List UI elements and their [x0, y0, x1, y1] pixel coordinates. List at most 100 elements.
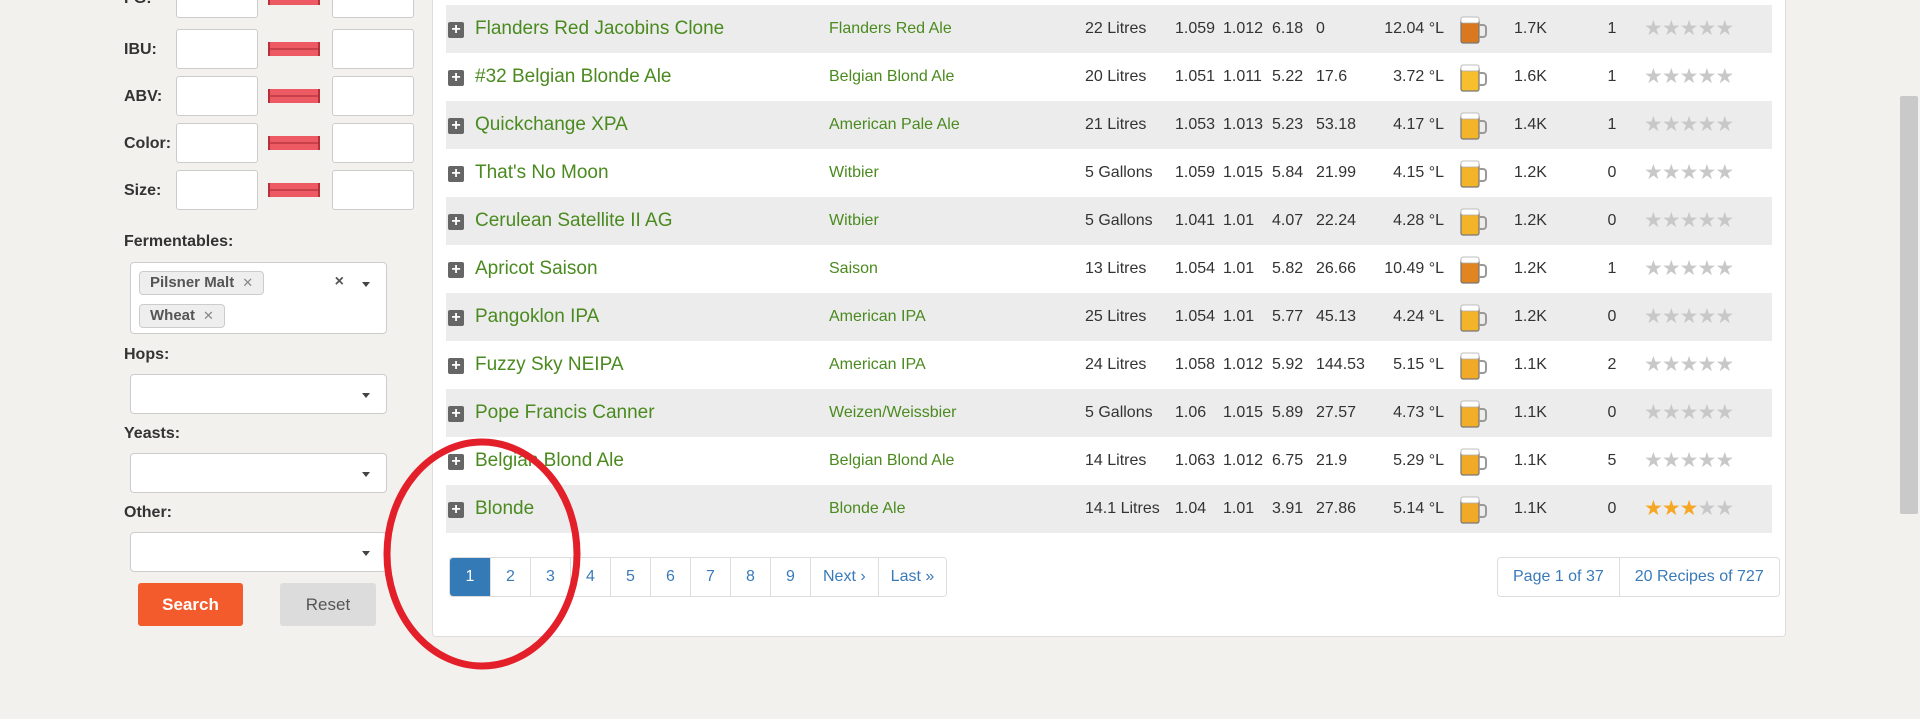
- recipe-name-link[interactable]: Blonde: [475, 485, 534, 533]
- color-value: 3.72 °L: [1393, 68, 1444, 85]
- expand-icon[interactable]: +: [448, 406, 464, 422]
- chevron-down-icon[interactable]: [362, 551, 370, 556]
- fermentable-tag[interactable]: Pilsner Malt ✕: [139, 271, 265, 295]
- ibu-value: 26.66: [1316, 260, 1357, 277]
- size-range-slider[interactable]: [268, 183, 320, 197]
- search-button[interactable]: Search: [138, 583, 243, 626]
- page-link-9[interactable]: 9: [770, 558, 810, 596]
- other-label: Other:: [124, 504, 172, 521]
- range-label: IBU:: [124, 41, 157, 58]
- batch-size: 5 Gallons: [1085, 164, 1153, 181]
- page-link-5[interactable]: 5: [610, 558, 650, 596]
- page-link-1[interactable]: 1: [450, 558, 490, 596]
- chevron-down-icon[interactable]: [362, 472, 370, 477]
- range-label: Size:: [124, 182, 162, 199]
- recipe-style-link[interactable]: American IPA: [829, 341, 926, 389]
- recipe-name-link[interactable]: Belgian Blond Ale: [475, 437, 624, 485]
- abv-value: 5.23: [1272, 116, 1304, 133]
- range-label: Color:: [124, 135, 172, 152]
- abv-min-input[interactable]: [176, 76, 258, 116]
- recipe-name-link[interactable]: Quickchange XPA: [475, 101, 628, 149]
- fg-range-slider[interactable]: [268, 0, 320, 5]
- clear-selection-icon[interactable]: ×: [335, 273, 344, 291]
- hops-select[interactable]: [130, 374, 387, 414]
- ibu-value: 17.6: [1316, 68, 1348, 85]
- abv-max-input[interactable]: [332, 76, 414, 116]
- chevron-down-icon[interactable]: [362, 282, 370, 287]
- size-max-input[interactable]: [332, 170, 414, 210]
- rating-stars: ★★★★★: [1644, 401, 1734, 424]
- recipe-style-link[interactable]: American Pale Ale: [829, 101, 960, 149]
- page-link-6[interactable]: 6: [650, 558, 690, 596]
- final-gravity: 1.012: [1223, 356, 1264, 373]
- reset-button[interactable]: Reset: [280, 583, 376, 626]
- page-link-8[interactable]: 8: [730, 558, 770, 596]
- recipe-name-link[interactable]: #32 Belgian Blonde Ale: [475, 53, 672, 101]
- last-page-link[interactable]: Last »: [877, 558, 947, 596]
- yeasts-select[interactable]: [130, 453, 387, 493]
- abv-value: 5.89: [1272, 404, 1304, 421]
- color-max-input[interactable]: [332, 123, 414, 163]
- recipe-name-link[interactable]: Fuzzy Sky NEIPA: [475, 341, 624, 389]
- recipe-name-link[interactable]: Flanders Red Jacobins Clone: [475, 5, 724, 53]
- chevron-down-icon[interactable]: [362, 393, 370, 398]
- expand-icon[interactable]: +: [448, 310, 464, 326]
- recipe-style-link[interactable]: Weizen/Weissbier: [829, 389, 956, 437]
- ibu-range-slider[interactable]: [268, 42, 320, 56]
- color-range-slider[interactable]: [268, 136, 320, 150]
- other-select[interactable]: [130, 532, 387, 572]
- page-link-7[interactable]: 7: [690, 558, 730, 596]
- page-info: Page 1 of 37: [1498, 558, 1619, 596]
- expand-icon[interactable]: +: [448, 358, 464, 374]
- brewed-count: 1: [1607, 68, 1617, 85]
- remove-tag-icon[interactable]: ✕: [242, 275, 253, 290]
- fg-max-input[interactable]: [332, 0, 414, 18]
- expand-icon[interactable]: +: [448, 262, 464, 278]
- recipe-name-link[interactable]: Pope Francis Canner: [475, 389, 655, 437]
- page-link-2[interactable]: 2: [490, 558, 530, 596]
- expand-icon[interactable]: +: [448, 214, 464, 230]
- final-gravity: 1.013: [1223, 116, 1264, 133]
- recipe-style-link[interactable]: Belgian Blond Ale: [829, 437, 954, 485]
- recipe-style-link[interactable]: Saison: [829, 245, 878, 293]
- final-gravity: 1.01: [1223, 260, 1255, 277]
- expand-icon[interactable]: +: [448, 70, 464, 86]
- page-link-4[interactable]: 4: [570, 558, 610, 596]
- recipe-style-link[interactable]: American IPA: [829, 293, 926, 341]
- expand-icon[interactable]: +: [448, 22, 464, 38]
- brewed-count: 2: [1607, 356, 1617, 373]
- remove-tag-icon[interactable]: ✕: [203, 308, 214, 323]
- recipe-name-link[interactable]: That's No Moon: [475, 149, 609, 197]
- tag-label: Wheat: [150, 307, 195, 324]
- expand-icon[interactable]: +: [448, 454, 464, 470]
- ibu-value: 27.86: [1316, 500, 1357, 517]
- original-gravity: 1.059: [1175, 20, 1216, 37]
- recipe-style-link[interactable]: Witbier: [829, 197, 879, 245]
- ibu-max-input[interactable]: [332, 29, 414, 69]
- color-value: 5.14 °L: [1393, 500, 1444, 517]
- page-link-3[interactable]: 3: [530, 558, 570, 596]
- fermentable-tag[interactable]: Wheat ✕: [139, 304, 225, 328]
- expand-icon[interactable]: +: [448, 118, 464, 134]
- fg-min-input[interactable]: [176, 0, 258, 18]
- recipe-style-link[interactable]: Witbier: [829, 149, 879, 197]
- recipe-style-link[interactable]: Blonde Ale: [829, 485, 906, 533]
- recipe-style-link[interactable]: Belgian Blond Ale: [829, 53, 954, 101]
- recipe-style-link[interactable]: Flanders Red Ale: [829, 5, 952, 53]
- beer-mug-icon: [1460, 448, 1487, 476]
- recipe-name-link[interactable]: Cerulean Satellite II AG: [475, 197, 673, 245]
- abv-range-slider[interactable]: [268, 89, 320, 103]
- color-min-input[interactable]: [176, 123, 258, 163]
- brewed-count: 0: [1607, 404, 1617, 421]
- fermentables-select[interactable]: Pilsner Malt ✕ Wheat ✕ ×: [130, 262, 387, 334]
- color-value: 4.73 °L: [1393, 404, 1444, 421]
- size-min-input[interactable]: [176, 170, 258, 210]
- recipe-name-link[interactable]: Pangoklon IPA: [475, 293, 599, 341]
- ibu-min-input[interactable]: [176, 29, 258, 69]
- expand-icon[interactable]: +: [448, 166, 464, 182]
- scrollbar-thumb[interactable]: [1900, 96, 1918, 514]
- abv-value: 6.75: [1272, 452, 1304, 469]
- expand-icon[interactable]: +: [448, 502, 464, 518]
- next-page-link[interactable]: Next ›: [810, 558, 878, 596]
- recipe-name-link[interactable]: Apricot Saison: [475, 245, 598, 293]
